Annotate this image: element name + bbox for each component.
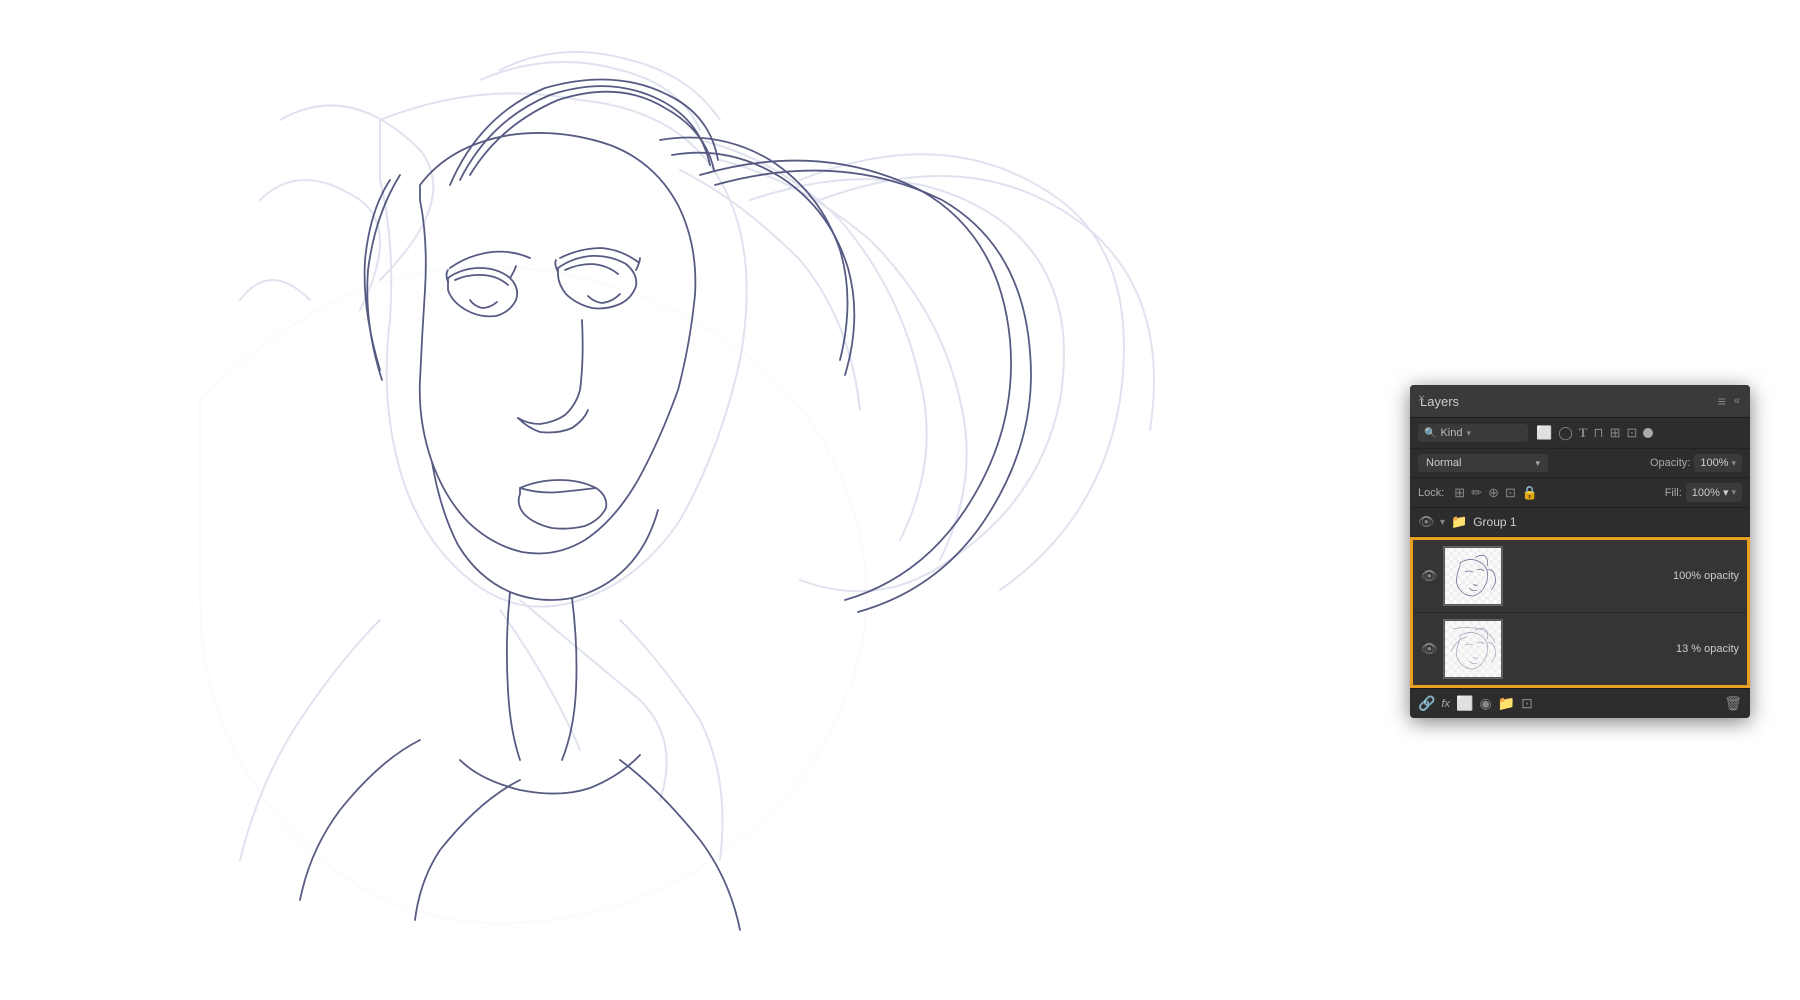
layer1-thumbnail-inner <box>1445 548 1501 604</box>
layer-row[interactable]: 👁 <box>1413 613 1747 685</box>
new-fill-layer-icon[interactable]: ◉ <box>1479 695 1491 712</box>
group-row[interactable]: 👁 ▾ 📁 Group 1 <box>1410 508 1750 537</box>
pixel-layer-filter-icon[interactable]: ⬜ <box>1536 425 1552 441</box>
kind-label: Kind <box>1440 427 1462 439</box>
fill-label: Fill: <box>1665 487 1682 499</box>
fill-value-box[interactable]: 100% ▾ ▾ <box>1686 483 1742 502</box>
blend-mode-value: Normal <box>1426 457 1535 469</box>
layer2-opacity-label: 13 % opacity <box>1676 643 1739 655</box>
add-mask-icon[interactable]: ⬜ <box>1456 695 1473 712</box>
lock-row: Lock: ⊞ ✏ ⊕ ⊡ 🔒 Fill: 100% ▾ ▾ <box>1410 478 1750 508</box>
group-folder-icon: 📁 <box>1451 514 1467 530</box>
filter-row: 🔍 Kind ▾ ⬜ ◯ T ⊓ ⊞ ⊡ <box>1410 418 1750 449</box>
lock-icons-group: ⊞ ✏ ⊕ ⊡ 🔒 <box>1454 485 1538 501</box>
fill-value-text: 100% <box>1692 487 1720 499</box>
layer1-opacity-label: 100% opacity <box>1673 570 1739 582</box>
panel-footer: 🔗 fx ⬜ ◉ 📁 ⊡ 🗑 <box>1410 688 1750 718</box>
filter-active-toggle[interactable] <box>1643 428 1653 438</box>
layer2-thumb-svg <box>1445 621 1501 677</box>
lock-pixels-icon[interactable]: ✏ <box>1471 485 1482 501</box>
lock-position-icon[interactable]: ⊕ <box>1488 485 1499 501</box>
group-visibility-icon[interactable]: 👁 <box>1418 514 1434 530</box>
link-layers-icon[interactable]: 🔗 <box>1418 695 1435 712</box>
search-icon: 🔍 <box>1424 428 1436 439</box>
layer1-visibility-icon[interactable]: 👁 <box>1421 568 1437 584</box>
panel-title: Layers <box>1420 394 1459 409</box>
type-layer-filter-icon[interactable]: T <box>1579 425 1588 441</box>
fill-section: Fill: 100% ▾ ▾ <box>1665 483 1742 502</box>
shape-layer-filter-icon[interactable]: ⊓ <box>1593 425 1603 441</box>
opacity-value-text: 100% <box>1700 457 1728 469</box>
extra-filter-icon[interactable]: ⊡ <box>1626 425 1637 441</box>
lock-artboard-icon[interactable]: ⊡ <box>1505 485 1516 501</box>
panel-collapse-icon[interactable]: « <box>1734 395 1740 407</box>
layer1-thumbnail <box>1443 546 1503 606</box>
layer2-visibility-icon[interactable]: 👁 <box>1421 641 1437 657</box>
opacity-label: Opacity: <box>1650 457 1690 469</box>
lock-transparent-icon[interactable]: ⊞ <box>1454 485 1465 501</box>
adjustment-layer-filter-icon[interactable]: ◯ <box>1558 425 1573 441</box>
panel-header: × Layers ≡ « <box>1410 385 1750 418</box>
opacity-section: Opacity: 100% ▾ <box>1650 454 1742 472</box>
opacity-value-box[interactable]: 100% ▾ <box>1694 454 1742 472</box>
layer2-thumbnail-inner <box>1445 621 1501 677</box>
lock-all-icon[interactable]: 🔒 <box>1522 485 1538 501</box>
layers-panel: × Layers ≡ « 🔍 Kind ▾ ⬜ ◯ T ⊓ ⊞ ⊡ Normal… <box>1410 385 1750 718</box>
kind-filter-box[interactable]: 🔍 Kind ▾ <box>1418 424 1528 442</box>
fill-arrow: ▾ <box>1723 486 1729 499</box>
layer-row[interactable]: 👁 <box>1413 540 1747 613</box>
delete-layer-icon[interactable]: 🗑 <box>1724 695 1742 712</box>
group-expand-icon[interactable]: ▾ <box>1440 517 1445 528</box>
opacity-arrow: ▾ <box>1731 458 1736 469</box>
new-layer-icon[interactable]: ⊡ <box>1521 695 1533 712</box>
layer-effects-icon[interactable]: fx <box>1441 698 1450 710</box>
group-name-label: Group 1 <box>1473 515 1742 529</box>
smart-layer-filter-icon[interactable]: ⊞ <box>1610 425 1621 441</box>
filter-icons-row: ⬜ ◯ T ⊓ ⊞ ⊡ <box>1536 425 1653 441</box>
blend-mode-arrow: ▾ <box>1535 458 1540 469</box>
lock-label: Lock: <box>1418 487 1444 499</box>
blend-mode-row: Normal ▾ Opacity: 100% ▾ <box>1410 449 1750 478</box>
layer1-thumb-svg <box>1445 548 1501 604</box>
kind-dropdown-arrow: ▾ <box>1466 428 1471 439</box>
close-icon[interactable]: × <box>1418 391 1425 405</box>
blend-mode-select[interactable]: Normal ▾ <box>1418 454 1548 472</box>
layer2-thumbnail <box>1443 619 1503 679</box>
panel-menu-icon[interactable]: ≡ <box>1718 393 1726 409</box>
new-group-icon[interactable]: 📁 <box>1498 695 1515 712</box>
layers-content: 👁 <box>1410 537 1750 688</box>
